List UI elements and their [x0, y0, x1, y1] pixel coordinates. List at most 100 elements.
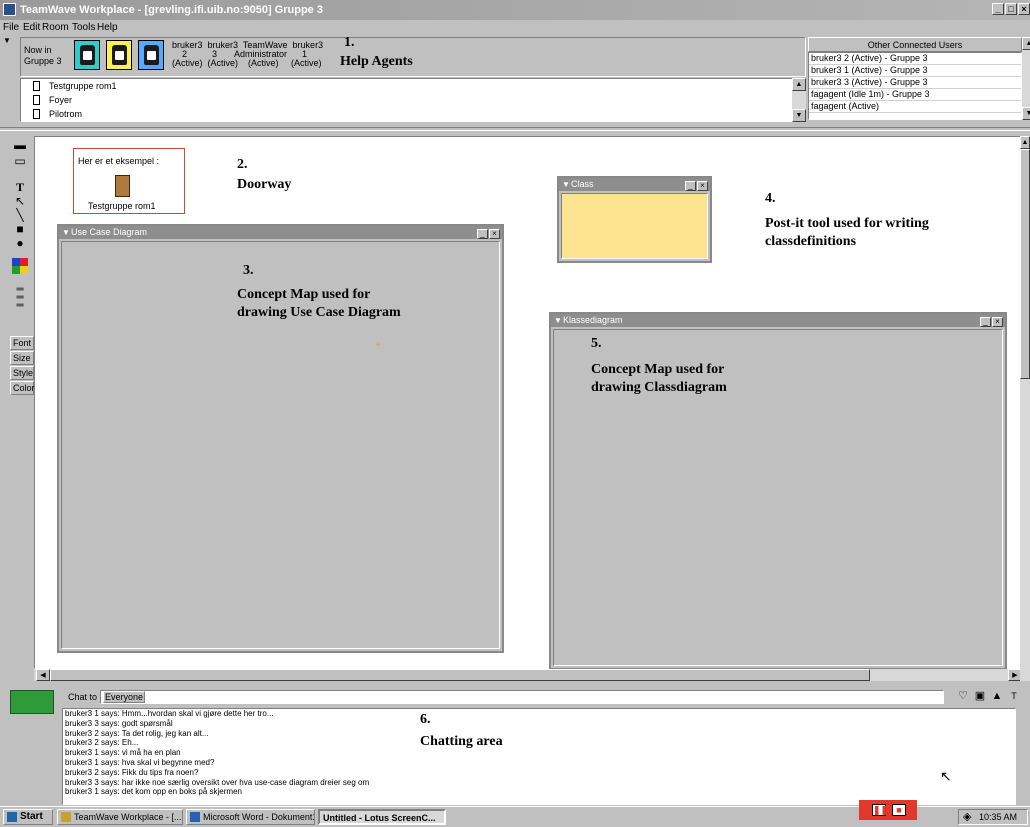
- save-icon[interactable]: ▣: [972, 690, 988, 705]
- bell-icon[interactable]: ▲: [989, 690, 1005, 705]
- door-icon: [33, 81, 40, 91]
- color-button[interactable]: Color: [10, 381, 35, 395]
- minimize-button[interactable]: _: [685, 181, 696, 191]
- chat-log[interactable]: bruker3 1 says: Hmm...hvordan skal vi gj…: [62, 708, 1016, 805]
- canvas-hscrollbar[interactable]: ◀ ▶: [34, 669, 1022, 681]
- chat-message: bruker3 1 says: hva skal vi begynne med?: [65, 757, 215, 767]
- minimize-button[interactable]: _: [980, 317, 991, 327]
- scroll-left-icon[interactable]: ◀: [36, 669, 50, 681]
- window-menu-icon[interactable]: ▼: [562, 178, 570, 191]
- clock: 10:35 AM: [979, 812, 1018, 822]
- system-tray: ◈ 10:35 AM: [958, 809, 1028, 825]
- text-icon[interactable]: T: [1006, 690, 1022, 705]
- annotation-1-number: 1.: [344, 35, 355, 50]
- scroll-down-icon[interactable]: ▼: [1022, 107, 1030, 120]
- collapse-triangle-icon[interactable]: ▼: [3, 36, 11, 45]
- menu-bar: File Edit Room Tools Help: [0, 21, 1030, 35]
- window-menu-icon[interactable]: ▼: [62, 226, 70, 239]
- class-postit-body[interactable]: [561, 193, 708, 259]
- word-icon: [190, 812, 200, 822]
- room-item[interactable]: Foyer: [21, 93, 805, 107]
- line-width-icon[interactable]: ═ ═ ═: [10, 285, 30, 311]
- network-icon[interactable]: ◈: [963, 810, 971, 824]
- users-scrollbar[interactable]: ▲ ▼: [1022, 37, 1030, 120]
- door-icon[interactable]: [115, 175, 130, 197]
- user-item[interactable]: fagagent (Idle 1m) - Gruppe 3: [809, 89, 1021, 101]
- menu-tools[interactable]: Tools: [72, 22, 95, 33]
- scroll-up-icon[interactable]: ▲: [1020, 136, 1030, 149]
- room-thumbnail[interactable]: [10, 690, 54, 714]
- chat-input[interactable]: Everyone: [100, 690, 944, 704]
- room-item[interactable]: Pilotrom: [21, 107, 805, 121]
- pointer-tool-icon[interactable]: ↖: [10, 194, 30, 208]
- maximize-button[interactable]: □: [1005, 3, 1017, 15]
- doorway-title: Her er et eksempel :: [78, 156, 160, 166]
- chat-message: bruker3 1 says: vi må ha en plan: [65, 748, 181, 758]
- annotation-5-line1: Concept Map used for: [591, 362, 725, 377]
- circle-tool-icon[interactable]: ●: [10, 236, 30, 250]
- agent-avatar-2[interactable]: [106, 40, 132, 70]
- room-name: Testgruppe rom1: [49, 81, 117, 91]
- close-button[interactable]: ×: [992, 317, 1003, 327]
- font-button[interactable]: Font: [10, 336, 34, 350]
- user-item[interactable]: fagagent (Active): [809, 101, 1021, 113]
- canvas-vscrollbar[interactable]: ▲: [1020, 136, 1030, 681]
- divider: [0, 127, 1030, 131]
- class-postit[interactable]: ▼ Class _ ×: [557, 176, 712, 263]
- menu-file[interactable]: File: [3, 22, 19, 33]
- annotation-3-line1: Concept Map used for: [237, 287, 371, 302]
- class-titlebar[interactable]: ▼ Class _ ×: [559, 178, 710, 191]
- window-menu-icon[interactable]: ▼: [554, 314, 562, 327]
- menu-help[interactable]: Help: [97, 22, 118, 33]
- rectangle-tool-icon[interactable]: ■: [10, 222, 30, 236]
- agent-avatar-3[interactable]: [138, 40, 164, 70]
- minimize-button[interactable]: _: [992, 3, 1004, 15]
- use-case-titlebar[interactable]: ▼ Use Case Diagram _ ×: [59, 226, 502, 239]
- text-tool-icon[interactable]: T: [10, 180, 30, 194]
- stop-icon[interactable]: ■: [892, 804, 906, 816]
- palette-green[interactable]: [12, 266, 20, 274]
- annotation-5-line2: drawing Classdiagram: [591, 380, 727, 395]
- user-item[interactable]: bruker3 1 (Active) - Gruppe 3: [809, 65, 1021, 77]
- chat-message: bruker3 2 says: Fikk du tips fra noen?: [65, 767, 199, 777]
- palette-blue[interactable]: [12, 258, 20, 266]
- annotation-3-line2: drawing Use Case Diagram: [237, 305, 401, 320]
- close-button[interactable]: ×: [1018, 3, 1030, 15]
- style-button[interactable]: Style: [10, 366, 34, 380]
- size-button[interactable]: Size: [10, 351, 34, 365]
- mouse-pointer-icon: ↖: [940, 768, 952, 784]
- other-users-list[interactable]: bruker3 2 (Active) - Gruppe 3 bruker3 1 …: [808, 52, 1022, 120]
- user-item[interactable]: bruker3 3 (Active) - Gruppe 3: [809, 77, 1021, 89]
- scroll-thumb[interactable]: [50, 669, 870, 681]
- room-item[interactable]: Testgruppe rom1: [21, 79, 805, 93]
- rooms-list[interactable]: Testgruppe rom1 Foyer Pilotrom: [20, 78, 806, 122]
- task-teamwave[interactable]: TeamWave Workplace - [...: [57, 809, 183, 825]
- minimize-button[interactable]: _: [477, 229, 488, 239]
- task-screencam[interactable]: Untitled - Lotus ScreenC...: [318, 809, 446, 825]
- recorder-control[interactable]: ❚❚ ■: [859, 800, 917, 820]
- pen-tool-icon[interactable]: ▬: [10, 138, 30, 152]
- start-button[interactable]: Start: [3, 809, 53, 825]
- palette-red[interactable]: [20, 258, 28, 266]
- agent-avatar-1[interactable]: [74, 40, 100, 70]
- pause-icon[interactable]: ❚❚: [872, 804, 888, 816]
- task-word[interactable]: Microsoft Word - Dokument1: [186, 809, 315, 825]
- scroll-thumb[interactable]: [1020, 149, 1030, 379]
- close-button[interactable]: ×: [697, 181, 708, 191]
- menu-room[interactable]: Room: [42, 22, 69, 33]
- palette-yellow[interactable]: [20, 266, 28, 274]
- annotation-6-number: 6.: [420, 712, 431, 727]
- chat-recipient[interactable]: Everyone: [103, 691, 146, 703]
- scroll-up-icon[interactable]: ▲: [792, 78, 806, 91]
- window-tool-icon[interactable]: ▭: [10, 154, 30, 168]
- user-item[interactable]: bruker3 2 (Active) - Gruppe 3: [809, 53, 1021, 65]
- line-tool-icon[interactable]: ╲: [10, 208, 30, 222]
- annotation-4-number: 4.: [765, 191, 776, 206]
- rooms-scrollbar[interactable]: ▲ ▼: [792, 78, 806, 122]
- scroll-up-icon[interactable]: ▲: [1022, 37, 1030, 50]
- klassediagram-titlebar[interactable]: ▼ Klassediagram _ ×: [551, 314, 1005, 327]
- whisper-icon[interactable]: ♡: [955, 690, 971, 705]
- close-button[interactable]: ×: [489, 229, 500, 239]
- scroll-down-icon[interactable]: ▼: [792, 109, 806, 122]
- menu-edit[interactable]: Edit: [23, 22, 40, 33]
